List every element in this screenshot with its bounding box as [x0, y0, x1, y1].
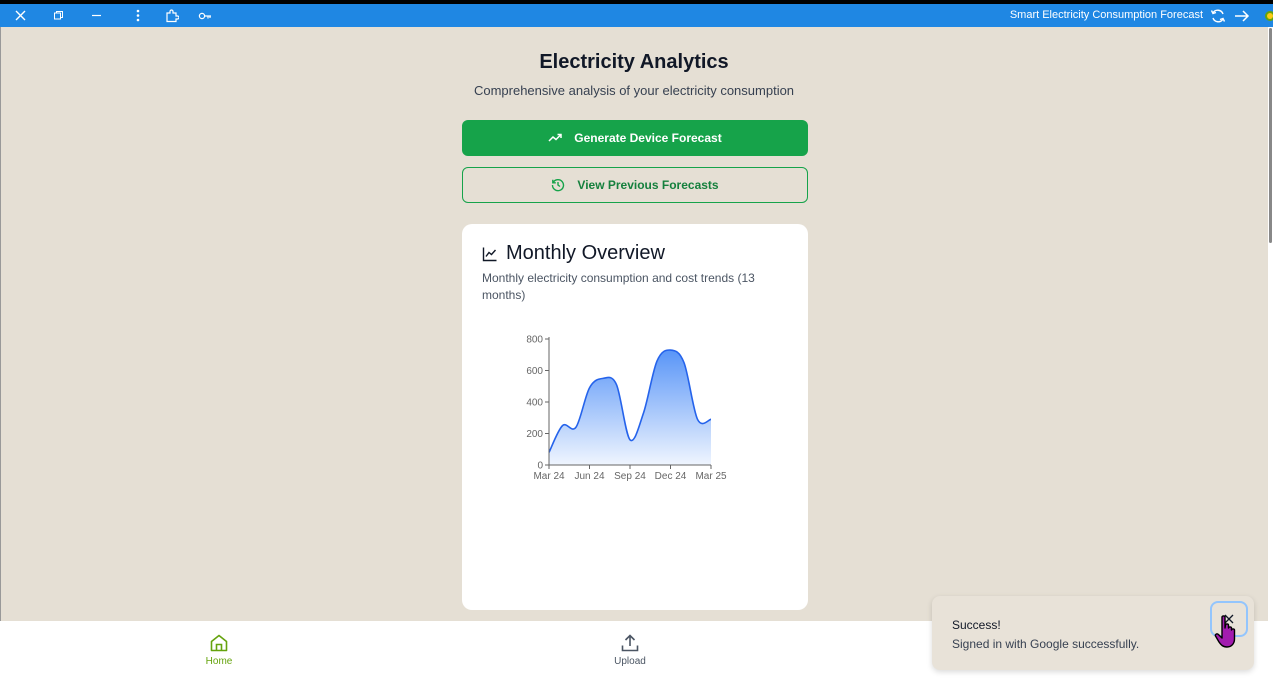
close-icon[interactable] [12, 4, 28, 27]
profile-icon[interactable] [1262, 4, 1273, 27]
window-left-edge [0, 27, 1, 621]
key-icon[interactable] [197, 4, 213, 27]
hand-cursor-icon [1214, 615, 1236, 648]
view-previous-forecasts-button[interactable]: View Previous Forecasts [462, 167, 808, 203]
home-icon [210, 634, 228, 652]
refresh-icon[interactable] [1209, 4, 1227, 27]
chart-x-tick-label: Mar 24 [533, 471, 565, 482]
chart-x-tick-label: Jun 24 [574, 471, 604, 482]
nav-home-label: Home [205, 656, 233, 667]
success-toast: Success! Signed in with Google successfu… [932, 596, 1254, 670]
nav-home[interactable]: Home [189, 633, 249, 667]
toast-title: Success! [952, 618, 1001, 632]
page-subtitle: Comprehensive analysis of your electrici… [473, 83, 795, 98]
chart-y-tick-label: 200 [526, 429, 543, 440]
monthly-consumption-chart: 0 200 400 600 800 Mar 24 Jun 24 Sep 24 Dec 24 Mar… [526, 335, 727, 483]
window-titlebar: Smart Electricity Consumption Forecast [0, 4, 1273, 27]
extension-icon[interactable] [164, 4, 180, 27]
history-icon [551, 178, 565, 192]
view-previous-forecasts-label: View Previous Forecasts [577, 178, 719, 192]
upload-icon [621, 634, 639, 652]
nav-upload-label: Upload [614, 656, 646, 667]
toast-message: Signed in with Google successfully. [952, 637, 1140, 651]
chart-y-tick-label: 0 [537, 461, 543, 472]
generate-forecast-label: Generate Device Forecast [574, 131, 722, 145]
chart-y-tick-label: 400 [526, 398, 543, 409]
chart-y-tick-label: 800 [526, 335, 543, 346]
minimize-icon[interactable] [88, 4, 104, 27]
main-content: Electricity Analytics Comprehensive anal… [0, 27, 1268, 621]
window-title: Smart Electricity Consumption Forecast [1009, 9, 1203, 21]
more-options-icon[interactable] [132, 4, 144, 27]
chart-x-tick-label: Dec 24 [655, 471, 687, 482]
scrollbar-thumb[interactable] [1269, 28, 1272, 243]
monthly-overview-card: Monthly Overview Monthly electricity con… [462, 224, 808, 610]
arrow-right-icon[interactable] [1233, 4, 1251, 27]
trending-up-icon [548, 131, 563, 145]
chart-x-tick-label: Mar 25 [695, 471, 727, 482]
restore-icon[interactable] [50, 4, 66, 27]
generate-forecast-button[interactable]: Generate Device Forecast [462, 120, 808, 156]
chart-y-tick-label: 600 [526, 366, 543, 377]
nav-upload[interactable]: Upload [600, 633, 660, 667]
chart-area-fill [549, 349, 711, 465]
page-title: Electricity Analytics [539, 51, 729, 73]
chart-x-tick-label: Sep 24 [614, 471, 646, 482]
